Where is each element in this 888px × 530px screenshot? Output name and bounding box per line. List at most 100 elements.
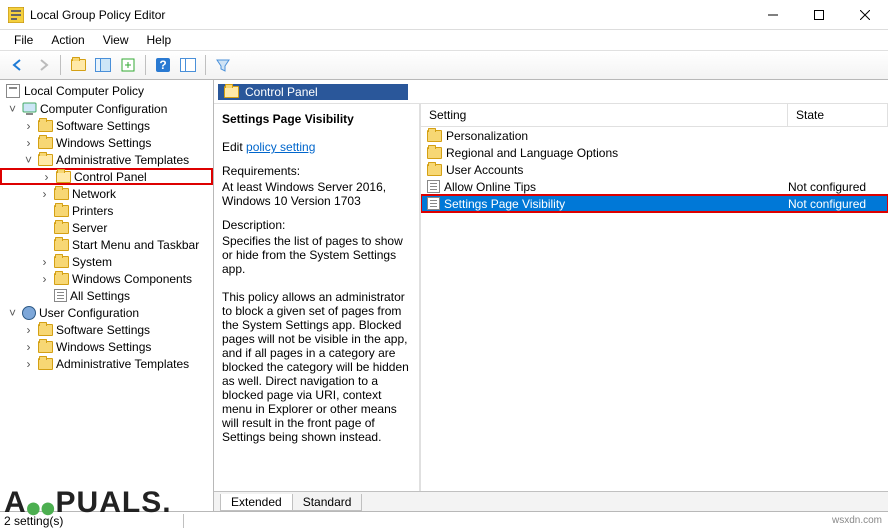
tree-windows-settings[interactable]: › Windows Settings (0, 134, 213, 151)
tree-label: Administrative Templates (56, 153, 189, 167)
collapse-icon[interactable]: ˅ (6, 102, 19, 116)
menu-help[interactable]: Help (139, 31, 180, 49)
tree-control-panel[interactable]: › Control Panel (0, 168, 213, 185)
expand-icon[interactable]: › (22, 357, 35, 371)
path-label: Control Panel (218, 84, 408, 100)
tree-computer-config[interactable]: ˅ Computer Configuration (0, 100, 213, 117)
tree-win-components[interactable]: › Windows Components (0, 270, 213, 287)
folder-icon (427, 147, 442, 159)
list-row[interactable]: Regional and Language Options (421, 144, 888, 161)
expand-icon[interactable]: › (22, 340, 35, 354)
folder-icon (38, 154, 53, 166)
tree-user-admin[interactable]: › Administrative Templates (0, 355, 213, 372)
tab-extended[interactable]: Extended (220, 494, 293, 511)
expand-icon[interactable]: › (22, 136, 35, 150)
list-row[interactable]: User Accounts (421, 161, 888, 178)
up-button[interactable] (66, 53, 90, 77)
collapse-icon[interactable]: ˅ (6, 306, 19, 320)
menu-file[interactable]: File (6, 31, 41, 49)
tree-server[interactable]: Server (0, 219, 213, 236)
tree-user-windows[interactable]: › Windows Settings (0, 338, 213, 355)
tree-admin-templates[interactable]: ˅ Administrative Templates (0, 151, 213, 168)
forward-button[interactable] (31, 53, 55, 77)
folder-icon (38, 358, 53, 370)
expand-icon[interactable]: › (38, 255, 51, 269)
folder-icon (427, 130, 442, 142)
list-row[interactable]: Personalization (421, 127, 888, 144)
folder-icon (56, 171, 71, 183)
tree-label: Start Menu and Taskbar (72, 238, 199, 252)
folder-icon (54, 273, 69, 285)
tree-user-config[interactable]: ˅User Configuration (0, 304, 213, 321)
tree-label: Windows Settings (56, 340, 151, 354)
computer-icon (22, 102, 37, 116)
export-button[interactable] (116, 53, 140, 77)
minimize-button[interactable] (750, 0, 796, 29)
toolbar: ? (0, 50, 888, 80)
path-text: Control Panel (245, 85, 318, 99)
tree-label: Server (72, 221, 107, 235)
expand-icon[interactable]: › (22, 119, 35, 133)
row-state: Not configured (788, 197, 888, 211)
folder-icon (54, 188, 69, 200)
close-button[interactable] (842, 0, 888, 29)
tree-label: System (72, 255, 112, 269)
folder-icon (54, 239, 69, 251)
edit-label: Edit (222, 140, 246, 154)
tree-user-software[interactable]: ›Software Settings (0, 321, 213, 338)
tree-label: Administrative Templates (56, 357, 189, 371)
tree-label: All Settings (70, 289, 130, 303)
folder-icon (54, 205, 69, 217)
tab-standard[interactable]: Standard (292, 494, 363, 511)
tree-label: Software Settings (56, 119, 150, 133)
edit-policy-link[interactable]: policy setting (246, 140, 315, 154)
description-text: Specifies the list of pages to show or h… (222, 234, 413, 276)
console-tree[interactable]: Local Computer Policy ˅ Computer Configu… (0, 80, 214, 511)
tree-root-label: Local Computer Policy (24, 84, 144, 98)
filter-button[interactable] (211, 53, 235, 77)
tree-start-menu[interactable]: Start Menu and Taskbar (0, 236, 213, 253)
help-button[interactable]: ? (151, 53, 175, 77)
expand-icon[interactable]: › (40, 170, 53, 184)
folder-icon (38, 120, 53, 132)
tree-printers[interactable]: Printers (0, 202, 213, 219)
edit-policy-line: Edit policy setting (222, 140, 413, 154)
tree-network[interactable]: › Network (0, 185, 213, 202)
app-icon (8, 7, 24, 23)
expand-icon[interactable]: › (38, 272, 51, 286)
credit: wsxdn.com (832, 515, 882, 526)
col-setting[interactable]: Setting (421, 104, 788, 126)
collapse-icon[interactable]: ˅ (22, 153, 35, 167)
list-row[interactable]: Settings Page Visibility Not configured (421, 195, 888, 212)
tree-software-settings[interactable]: › Software Settings (0, 117, 213, 134)
requirements-label: Requirements: (222, 164, 413, 178)
menu-action[interactable]: Action (43, 31, 92, 49)
svg-text:?: ? (159, 58, 166, 72)
tree-label: Network (72, 187, 116, 201)
show-hide-tree-button[interactable] (91, 53, 115, 77)
watermark: A⬤⬤PUALS. (0, 486, 172, 520)
expand-icon[interactable]: › (38, 187, 51, 201)
maximize-button[interactable] (796, 0, 842, 29)
row-label: Personalization (446, 129, 528, 143)
tree-label: Computer Configuration (40, 102, 167, 116)
tree-label: Windows Settings (56, 136, 151, 150)
settings-list: Setting State PersonalizationRegional an… (421, 104, 888, 491)
setting-icon (427, 180, 440, 193)
policy-icon (6, 84, 20, 98)
tree-all-settings[interactable]: All Settings (0, 287, 213, 304)
folder-icon (38, 341, 53, 353)
list-row[interactable]: Allow Online TipsNot configured (421, 178, 888, 195)
tree-root[interactable]: Local Computer Policy (0, 82, 213, 100)
back-button[interactable] (6, 53, 30, 77)
properties-button[interactable] (176, 53, 200, 77)
col-state[interactable]: State (788, 104, 888, 126)
tree-label: Windows Components (72, 272, 192, 286)
description-label: Description: (222, 218, 413, 232)
tree-label: Control Panel (74, 170, 147, 184)
row-label: Settings Page Visibility (444, 197, 565, 211)
row-state: Not configured (788, 180, 888, 194)
tree-system[interactable]: › System (0, 253, 213, 270)
expand-icon[interactable]: › (22, 323, 35, 337)
menu-view[interactable]: View (95, 31, 137, 49)
